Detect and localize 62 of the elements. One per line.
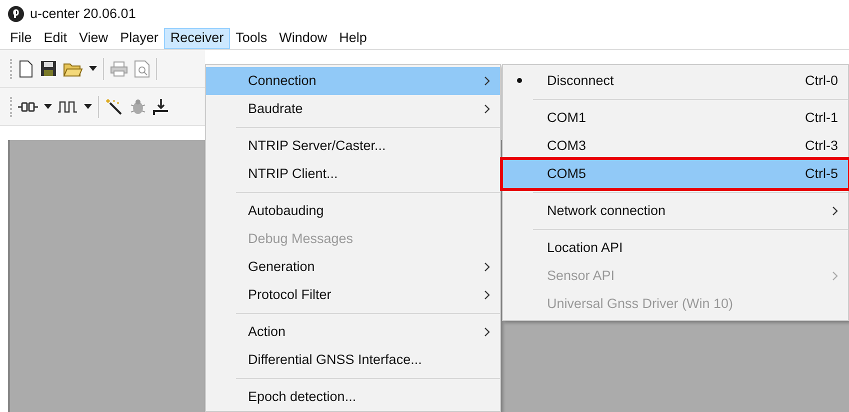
menu-item[interactable]: Location API	[503, 234, 848, 262]
menu-item[interactable]: Epoch detection...	[206, 383, 500, 411]
menu-bar-item[interactable]: Edit	[38, 28, 74, 49]
menu-item-label: COM1	[547, 108, 586, 127]
menu-bar-item[interactable]: Help	[333, 28, 373, 49]
menu-item[interactable]: COM5 Ctrl-5	[503, 160, 848, 188]
new-document-icon[interactable]	[18, 60, 34, 78]
shortcut-label: Ctrl-1	[805, 108, 838, 127]
magic-wand-icon[interactable]	[105, 98, 123, 116]
menu-item-label: Connection	[248, 72, 316, 90]
save-icon[interactable]	[40, 60, 57, 77]
menu-item-label: Disconnect	[547, 72, 614, 90]
menu-bar-item[interactable]: Tools	[230, 28, 274, 49]
menu-item[interactable]: Disconnect Ctrl-0	[503, 67, 848, 95]
menu-item[interactable]: COM3 Ctrl-3	[503, 132, 848, 160]
menu-item[interactable]: Network connection	[503, 197, 848, 225]
menu-bar-item[interactable]: Player	[114, 28, 164, 49]
window-title: u-center 20.06.01	[30, 4, 136, 23]
menu-item[interactable]: NTRIP Server/Caster...	[206, 132, 500, 160]
connector-icon[interactable]	[18, 100, 38, 112]
menu-bar-item[interactable]: View	[73, 28, 114, 49]
caret-icon[interactable]	[89, 66, 97, 71]
pulse-wave-icon[interactable]	[58, 100, 78, 112]
shortcut-label: Ctrl-3	[805, 136, 838, 155]
app-logo-icon	[8, 6, 24, 22]
menu-item-label: COM5	[547, 164, 586, 183]
menu-item-label: NTRIP Client...	[248, 164, 338, 183]
menu-item-label: Location API	[547, 238, 623, 257]
menu-item-label: Universal Gnss Driver (Win 10)	[547, 294, 734, 313]
menu-bar-item[interactable]: Window	[273, 28, 334, 49]
menu-item[interactable]: Autobauding	[206, 197, 500, 225]
menu-item-label: COM3	[547, 136, 586, 155]
menu-item[interactable]: NTRIP Client...	[206, 160, 500, 188]
menu-item-label: Protocol Filter	[248, 286, 332, 304]
menu-item[interactable]: Protocol Filter	[206, 281, 500, 309]
menu-item-label: Sensor API	[547, 266, 615, 285]
menu-item-label: Debug Messages	[248, 230, 354, 248]
menu-bar-item[interactable]: File	[4, 28, 38, 49]
menu-item[interactable]: COM1 Ctrl-1	[503, 104, 848, 132]
shortcut-label: Ctrl-0	[805, 72, 838, 90]
menu-item-label: Autobauding	[248, 202, 324, 220]
open-folder-icon[interactable]	[63, 60, 83, 76]
menu-item[interactable]: Differential GNSS Interface...	[206, 346, 500, 374]
menu-item[interactable]: Baudrate	[206, 95, 500, 123]
print-preview-icon[interactable]	[134, 60, 150, 78]
menu-item[interactable]: Action	[206, 318, 500, 346]
bug-icon[interactable]	[129, 98, 147, 116]
download-icon[interactable]	[153, 98, 169, 116]
caret-icon[interactable]	[44, 104, 52, 109]
menu-item-label: Action	[248, 322, 286, 341]
menu-item-label: Differential GNSS Interface...	[248, 350, 422, 369]
menu-item-label: Generation	[248, 258, 315, 276]
shortcut-label: Ctrl-5	[805, 164, 838, 183]
menu-bar-item[interactable]: Receiver	[164, 28, 230, 49]
menu-item-label: NTRIP Server/Caster...	[248, 136, 386, 155]
menu-item[interactable]: Generation	[206, 253, 500, 281]
menu-item-label: Network connection	[547, 202, 666, 220]
menu-item-label: Epoch detection...	[248, 388, 356, 406]
menu-item-label: Baudrate	[248, 100, 303, 118]
caret-icon[interactable]	[84, 104, 92, 109]
menu-item[interactable]: Connection	[206, 67, 500, 95]
print-icon[interactable]	[110, 60, 128, 76]
